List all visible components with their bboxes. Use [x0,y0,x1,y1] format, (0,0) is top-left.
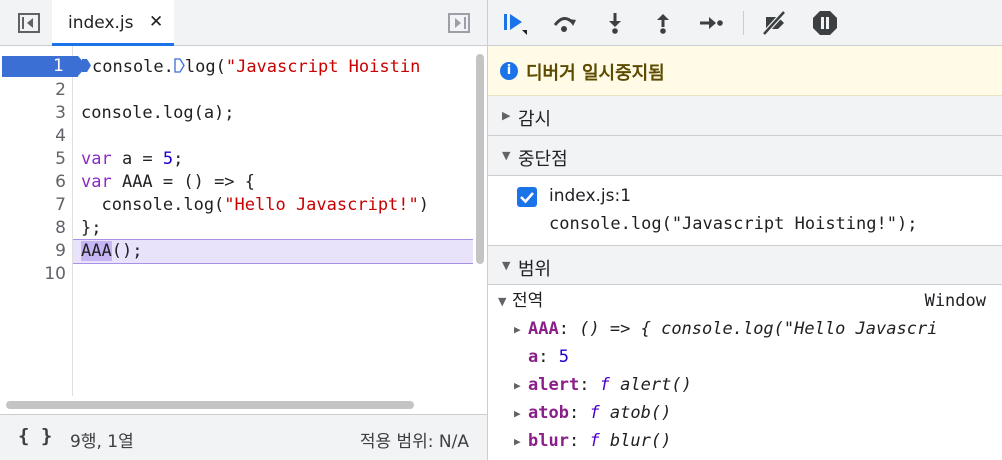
deactivate-breakpoints-icon [762,10,786,36]
step-over-button[interactable] [550,9,580,37]
toggle-debugger-sidebar-button[interactable] [446,10,472,36]
paused-message: 디버거 일시중지됨 [526,63,665,84]
sidebar-left-icon [18,13,40,33]
close-icon[interactable]: ✕ [149,12,163,32]
toggle-navigator-button[interactable] [16,10,42,36]
line-number[interactable]: 2 [26,79,66,102]
code-editor[interactable]: 1 2 3 4 5 6 7 8 9 10 console. log("Javasc… [0,46,487,409]
paused-banner: i 디버거 일시중지됨 [488,46,1002,96]
step-into-button[interactable] [600,9,630,37]
debugger-toolbar [488,0,1002,46]
step-button[interactable] [696,9,726,37]
pause-on-exceptions-button[interactable] [810,9,840,37]
inline-breakpoint-icon[interactable] [174,57,185,73]
breakpoint-location: index.js:1 [549,186,632,206]
code-line-1: console. log("Javascript Hoistin [81,56,473,79]
section-scope[interactable]: ▼ 범위 [488,245,1002,285]
breakpoint-entry[interactable]: index.js:1 console.log("Javascript Hoist… [488,177,1002,245]
section-watch[interactable]: ▶ 감시 [488,96,1002,136]
horizontal-scrollbar[interactable] [6,401,414,409]
breakpoint-code: console.log("Javascript Hoisting!"); [549,214,918,234]
step-out-icon [657,14,669,34]
line-number[interactable]: 6 [26,171,66,194]
triangle-right-icon: ▶ [514,323,521,336]
tab-index-js[interactable]: index.js ✕ [52,0,174,46]
vertical-scrollbar[interactable] [476,54,484,264]
toolbar-divider [743,11,744,35]
step-over-icon [553,17,576,32]
cursor-position: 9행, 1열 [70,432,134,452]
breakpoint-marker[interactable]: 1 [2,56,87,77]
scope-property[interactable]: ▶ atob: f atob() [488,399,1002,427]
pause-on-exceptions-icon [813,11,837,35]
step-icon [700,17,723,29]
code-line-3: console.log(a); [81,103,235,123]
triangle-down-icon: ▼ [498,295,507,308]
triangle-right-icon: ▶ [514,407,521,420]
code-line-5: var a = 5; [81,149,184,169]
scope-global-value: Window [924,291,986,311]
breakpoint-checkbox[interactable] [517,187,537,207]
line-number[interactable]: 5 [26,148,66,171]
triangle-right-icon: ▶ [502,109,511,122]
line-number[interactable]: 3 [26,102,66,125]
line-number[interactable]: 8 [26,217,66,240]
line-number[interactable]: 10 [26,263,66,286]
line-number[interactable]: 7 [26,194,66,217]
line-number[interactable]: 9 [26,240,66,263]
scope-tree: ▼ 전역 Window ▶ AAA: () => { console.log("He… [488,287,1002,460]
triangle-down-icon: ▼ [502,259,511,272]
editor-tab-bar: index.js ✕ [0,0,487,46]
scope-property[interactable]: a: 5 [488,343,1002,371]
sources-editor-pane: index.js ✕ 1 2 3 4 5 6 7 8 9 10 console.… [0,0,488,460]
pretty-print-button[interactable]: { } [18,425,52,447]
resume-icon [504,14,527,35]
step-out-button[interactable] [648,9,678,37]
line-number[interactable]: 4 [26,125,66,148]
code-line-9: AAA(); [81,241,143,261]
code-line-8: }; [81,218,102,238]
triangle-right-icon: ▶ [514,379,521,392]
checkmark-icon [520,192,534,204]
scope-property[interactable]: ▶ alert: f alert() [488,371,1002,399]
section-breakpoints[interactable]: ▼ 중단점 [488,136,1002,176]
sidebar-right-icon [448,13,470,33]
info-icon: i [500,62,518,80]
debugger-sidebar: i 디버거 일시중지됨 ▶ 감시 ▼ 중단점 index.js:1 consol… [488,0,1002,460]
tab-label: index.js [68,13,134,33]
editor-status-bar: { } 9행, 1열 적용 범위: N/A [0,414,487,460]
resume-button[interactable] [500,9,530,37]
code-line-7: console.log("Hello Javascript!") [81,195,430,215]
deactivate-breakpoints-button[interactable] [760,9,790,37]
triangle-right-icon: ▶ [514,435,521,448]
triangle-down-icon: ▼ [502,149,511,162]
inline-breakpoint-icon[interactable] [81,57,92,72]
scope-global[interactable]: ▼ 전역 Window [488,287,1002,315]
step-into-icon [609,13,621,34]
coverage-status: 적용 범위: N/A [359,432,469,452]
scope-property[interactable]: ▶ AAA: () => { console.log("Hello Javascr… [488,315,1002,343]
code-line-6: var AAA = () => { [81,172,256,192]
scope-property[interactable]: ▶ blur: f blur() [488,427,1002,455]
line-number-gutter[interactable]: 1 2 3 4 5 6 7 8 9 10 [0,46,87,396]
